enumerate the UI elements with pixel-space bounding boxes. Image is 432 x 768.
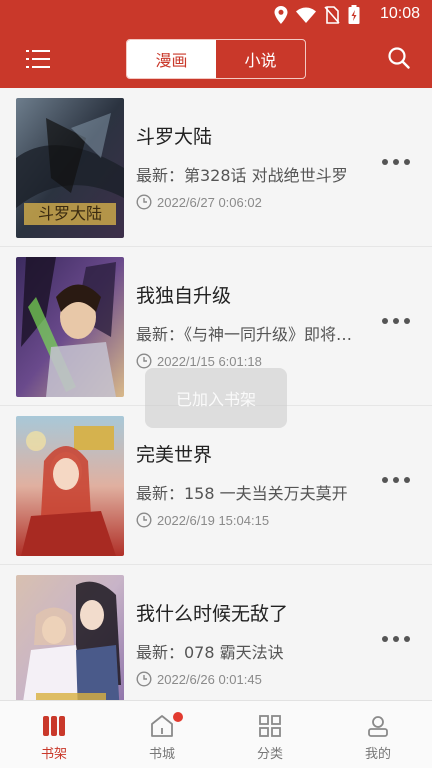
status-time: 10:08 [379,5,420,22]
toast-message: 已加入书架 [145,368,287,428]
comic-title: 完美世界 [136,444,213,466]
more-dot [393,318,399,324]
update-time: 2022/6/19 15:04:15 [157,512,270,528]
more-dot [393,477,399,483]
nav-label: 我的 [364,747,391,762]
latest-chapter: 最新：《与神一同升级》即将上线 [136,325,356,344]
wifi-icon [296,7,316,23]
invincible-cover-image[interactable] [16,575,124,700]
more-dot [382,318,388,324]
latest-chapter: 最新：078 霸天法诀 [136,643,284,662]
category-icon [259,715,281,737]
menu-button[interactable] [26,48,50,70]
clock-icon [136,353,152,369]
battery-icon [348,5,360,24]
more-options-button[interactable] [382,315,410,327]
app-header: 漫画 小说 [0,30,432,88]
douluo-cover-image[interactable]: 斗罗大陆 [16,98,124,238]
more-options-button[interactable] [382,156,410,168]
status-icons [274,5,360,24]
nav-store[interactable]: 书城 [108,701,216,768]
comic-title: 我什么时候无敌了 [136,603,289,625]
solo-leveling-cover-image[interactable] [16,257,124,397]
nav-label: 书架 [40,747,67,762]
tab-comics[interactable]: 漫画 [127,40,216,78]
store-icon [151,715,173,737]
clock-icon [136,194,152,210]
status-bar: 10:08 [0,0,432,30]
more-options-button[interactable] [382,633,410,645]
search-button[interactable] [388,47,410,69]
update-time-row: 2022/6/27 0:06:02 [136,194,262,210]
bottom-nav: 书架 书城 分类 我的 [0,700,432,768]
more-dot [404,159,410,165]
more-dot [393,159,399,165]
update-time: 2022/6/26 0:01:45 [157,671,262,687]
comic-title: 斗罗大陆 [136,126,213,148]
svg-text:斗罗大陆: 斗罗大陆 [38,204,102,223]
nav-label: 书城 [148,747,175,762]
comic-title: 我独自升级 [136,285,232,307]
more-dot [382,636,388,642]
latest-chapter: 最新：第328话 对战绝世斗罗 [136,166,348,185]
more-dot [382,159,388,165]
more-dot [404,477,410,483]
list-item[interactable]: 斗罗大陆 斗罗大陆 最新：第328话 对战绝世斗罗 2022/6/27 0:06… [0,88,432,247]
tab-novels[interactable]: 小说 [216,40,305,78]
update-time-row: 2022/6/26 0:01:45 [136,671,262,687]
more-dot [393,636,399,642]
clock-icon [136,512,152,528]
search-icon [388,47,410,69]
no-sim-icon [324,5,340,24]
location-icon [274,5,288,24]
more-dot [404,318,410,324]
nav-profile[interactable]: 我的 [324,701,432,768]
more-dot [382,477,388,483]
profile-icon [368,716,388,737]
update-time-row: 2022/1/15 6:01:18 [136,353,262,369]
list-item[interactable]: 完美世界 最新：158 一夫当关万夫莫开 2022/6/19 15:04:15 [0,406,432,565]
update-time: 2022/6/27 0:06:02 [157,194,262,210]
nav-bookshelf[interactable]: 书架 [0,701,108,768]
list-item[interactable]: 我什么时候无敌了 最新：078 霸天法诀 2022/6/26 0:01:45 [0,565,432,700]
update-time-row: 2022/6/19 15:04:15 [136,512,269,528]
menu-icon [26,50,50,68]
content-type-tabs: 漫画 小说 [126,39,306,79]
more-options-button[interactable] [382,474,410,486]
more-dot [404,636,410,642]
nav-category[interactable]: 分类 [216,701,324,768]
notification-badge [172,712,183,722]
nav-label: 分类 [256,747,283,762]
clock-icon [136,671,152,687]
perfect-world-cover-image[interactable] [16,416,124,556]
update-time: 2022/1/15 6:01:18 [157,353,262,369]
latest-chapter: 最新：158 一夫当关万夫莫开 [136,484,348,503]
bookshelf-icon [43,716,65,736]
